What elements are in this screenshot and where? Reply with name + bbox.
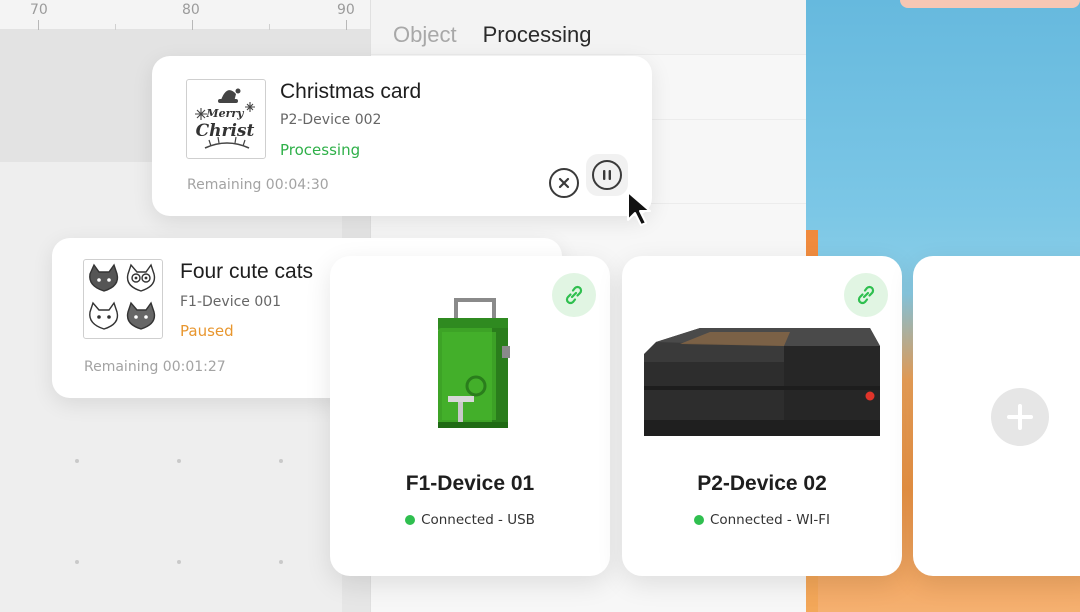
add-device-button[interactable] <box>991 388 1049 446</box>
connection-status: Connected - WI-FI <box>622 512 902 528</box>
ruler-label: 90 <box>337 2 355 18</box>
ruler-label: 70 <box>30 2 48 18</box>
status-dot-icon <box>405 515 416 525</box>
link-icon[interactable] <box>844 273 888 317</box>
chain-link-icon <box>857 285 875 305</box>
job-title: Christmas card <box>280 80 422 103</box>
chain-link-icon <box>565 285 583 305</box>
ruler-label: 80 <box>182 2 200 18</box>
tab-object[interactable]: Object <box>393 22 457 48</box>
top-ruler: 70 80 90 <box>0 0 370 30</box>
four-cats-thumbnail <box>83 259 163 339</box>
pause-icon <box>592 160 622 190</box>
merry-christmas-icon: Merry Christ <box>195 88 255 149</box>
christmas-card-thumbnail: Merry Christ <box>186 79 266 159</box>
dark-p2-laser-cutter-icon <box>644 328 880 436</box>
status-dot-icon <box>693 515 704 525</box>
job-remaining-time: Remaining 00:04:30 <box>187 177 329 193</box>
connection-status: Connected - USB <box>330 512 610 528</box>
thumb-christ-text: Christ <box>196 121 255 141</box>
tab-processing[interactable]: Processing <box>483 22 592 48</box>
job-device: F1-Device 001 <box>180 294 282 310</box>
device-card-f1[interactable]: F1-Device 01 Connected - USB <box>330 256 610 576</box>
mouse-cursor-icon <box>627 191 651 226</box>
job-status: Paused <box>180 322 234 340</box>
device-name: P2-Device 02 <box>697 472 827 495</box>
connection-label: Connected - WI-FI <box>709 512 831 528</box>
add-device-card[interactable] <box>913 256 1080 576</box>
green-f1-laser-engraver-icon <box>438 298 510 428</box>
job-device: P2-Device 002 <box>280 112 382 128</box>
device-card-p2[interactable]: P2-Device 02 Connected - WI-FI <box>622 256 902 576</box>
job-card[interactable]: Merry Christ Christmas card P2-Device 00… <box>152 56 652 216</box>
close-icon <box>558 177 570 189</box>
pause-job-button[interactable] <box>586 154 628 196</box>
job-title: Four cute cats <box>180 260 314 283</box>
connection-label: Connected - USB <box>421 512 535 528</box>
cat-faces-icon <box>89 263 156 330</box>
job-status: Processing <box>280 141 361 159</box>
thumb-merry-text: Merry <box>205 107 245 120</box>
plus-icon <box>1007 404 1033 430</box>
device-name: F1-Device 01 <box>405 472 535 495</box>
cancel-job-button[interactable] <box>549 168 579 198</box>
job-remaining-time: Remaining 00:01:27 <box>84 359 226 375</box>
link-icon[interactable] <box>552 273 596 317</box>
